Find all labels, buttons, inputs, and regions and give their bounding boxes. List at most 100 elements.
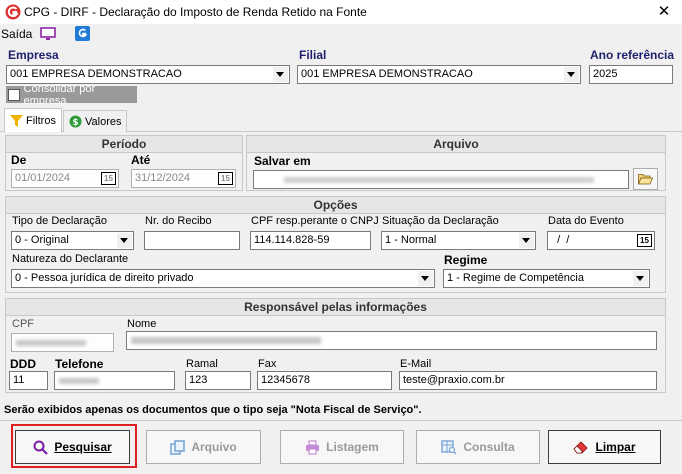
consolidar-label: Consolidar por empresa [23,82,96,107]
arquivo-button[interactable]: Arquivo [146,430,261,464]
pesquisar-button[interactable]: Pesquisar [15,430,130,464]
empresa-value: 001 EMPRESA DEMONSTRACAO [10,68,182,80]
email-label: E-Mail [400,358,432,370]
ramal-label: Ramal [186,358,218,370]
calendar-icon[interactable]: 15 [637,234,652,247]
tab-valores-label: Valores [85,115,122,128]
ddd-input[interactable]: 11 [9,371,48,390]
consolidar-checkbox[interactable]: Consolidar por empresa [6,83,137,107]
salvar-em-label: Salvar em [254,154,311,168]
chevron-down-icon[interactable] [117,233,132,248]
calendar-icon[interactable]: 15 [101,172,116,185]
empresa-select[interactable]: 001 EMPRESA DEMONSTRACAO [6,65,290,84]
data-evento-label: Data do Evento [548,215,624,227]
money-icon: $ [69,115,82,128]
chevron-down-icon[interactable] [273,67,288,82]
copy-icon [170,439,186,455]
filial-select[interactable]: 001 EMPRESA DEMONSTRACAO [297,65,581,84]
monitor-icon[interactable] [40,27,56,41]
redacted-nome [131,337,321,344]
ate-date-input[interactable]: 31/12/2024 15 [131,169,236,188]
de-label: De [11,153,27,167]
situacao-select[interactable]: 1 - Normal [381,231,536,250]
nome-label: Nome [127,318,157,330]
app-logo-icon [5,4,21,20]
ate-value: 31/12/2024 [135,172,191,184]
filial-label: Filial [299,48,327,62]
printer-icon [306,439,320,455]
ddd-label: DDD [10,357,36,371]
ate-label: Até [131,153,151,167]
cpf-label: CPF [12,318,34,330]
regime-label: Regime [444,253,488,267]
redacted-path [284,177,594,183]
data-evento-input[interactable]: / / 15 [547,231,655,250]
chevron-down-icon[interactable] [633,271,648,286]
fax-label: Fax [258,358,277,370]
situacao-label: Situação da Declaração [382,215,499,227]
natureza-label: Natureza do Declarante [12,253,129,265]
table-search-icon [441,439,457,454]
consulta-button[interactable]: Consulta [416,430,540,464]
browse-folder-button[interactable] [633,168,658,190]
email-input[interactable]: teste@praxio.com.br [399,371,657,390]
tipo-declaracao-value: 0 - Original [15,234,69,246]
g-app-icon[interactable] [75,26,90,41]
natureza-select[interactable]: 0 - Pessoa jurídica de direito privado [11,269,435,288]
cpf-responsavel-label: CPF resp.perante o CNPJ [251,215,379,227]
svg-text:$: $ [72,118,78,128]
consulta-label: Consulta [463,440,515,454]
tab-filtros[interactable]: Filtros [4,108,62,132]
filial-value: 001 EMPRESA DEMONSTRACAO [301,68,473,80]
info-message: Serão exibidos apenas os documentos que … [4,404,422,416]
tipo-declaracao-label: Tipo de Declaração [12,215,107,227]
empresa-label: Empresa [8,48,59,62]
ano-referencia-label: Ano referência [590,48,675,62]
de-value: 01/01/2024 [15,172,71,184]
telefone-input[interactable] [54,371,175,390]
telefone-label: Telefone [55,357,104,371]
filter-icon [10,114,23,127]
listagem-label: Listagem [326,440,379,454]
search-icon [33,440,49,455]
nr-recibo-label: Nr. do Recibo [145,215,212,227]
eraser-icon [573,441,589,454]
regime-select[interactable]: 1 - Regime de Competência [443,269,650,288]
divider [0,420,682,421]
checkbox-box[interactable] [8,88,20,101]
limpar-button[interactable]: Limpar [548,430,661,464]
nome-input[interactable] [126,331,657,350]
cpf-input[interactable] [11,333,114,352]
regime-value: 1 - Regime de Competência [447,272,584,284]
nr-recibo-input[interactable] [144,231,240,250]
tipo-declaracao-select[interactable]: 0 - Original [11,231,134,250]
fax-input[interactable]: 12345678 [257,371,392,390]
tab-valores[interactable]: $ Valores [63,110,128,132]
ano-referencia-input[interactable]: 2025 [589,65,673,84]
salvar-em-input[interactable] [253,170,629,189]
responsavel-header: Responsável pelas informações [6,299,665,316]
ramal-input[interactable]: 123 [185,371,251,390]
cpf-responsavel-input[interactable]: 114.114.828-59 [250,231,371,250]
tab-filtros-label: Filtros [26,114,56,127]
limpar-label: Limpar [595,440,636,454]
natureza-value: 0 - Pessoa jurídica de direito privado [15,272,194,284]
chevron-down-icon[interactable] [519,233,534,248]
pesquisar-label: Pesquisar [54,440,112,454]
folder-icon [638,174,653,185]
listagem-button[interactable]: Listagem [280,430,404,464]
calendar-icon[interactable]: 15 [218,172,233,185]
arquivo-header: Arquivo [247,136,665,153]
periodo-header: Período [6,136,242,153]
chevron-down-icon[interactable] [418,271,433,286]
chevron-down-icon[interactable] [564,67,579,82]
window-title: CPG - DIRF - Declaração do Imposto de Re… [24,5,367,19]
menu-saida[interactable]: Saída [1,27,32,41]
redacted-telefone [59,378,99,384]
redacted-cpf [16,340,86,346]
arquivo-label: Arquivo [191,440,237,454]
opcoes-header: Opções [6,197,665,214]
situacao-value: 1 - Normal [385,234,437,246]
de-date-input[interactable]: 01/01/2024 15 [11,169,119,188]
close-button[interactable]: ✕ [652,2,676,22]
